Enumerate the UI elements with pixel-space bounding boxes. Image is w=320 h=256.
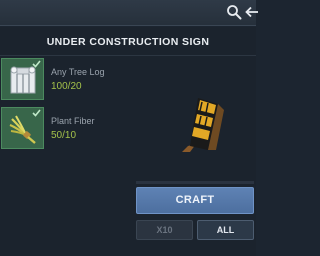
ingredient-slot[interactable] <box>1 107 44 149</box>
action-divider <box>136 181 254 184</box>
craft-x10-button[interactable]: X10 <box>136 220 193 240</box>
tree-log-icon <box>10 66 36 94</box>
ingredient-name: Plant Fiber <box>51 116 95 126</box>
plant-fiber-icon <box>9 115 36 144</box>
ingredient-name: Any Tree Log <box>51 67 105 77</box>
craft-button[interactable]: CRAFT <box>136 187 254 214</box>
ingredient-row-plant-fiber[interactable]: Plant Fiber 50/10 <box>0 107 130 149</box>
back-arrow-icon[interactable] <box>244 5 258 19</box>
title-divider <box>0 55 256 56</box>
top-bar <box>0 0 258 26</box>
craft-all-button[interactable]: ALL <box>197 220 254 240</box>
ingredient-count: 100/20 <box>51 81 82 92</box>
ingredient-row-tree-log[interactable]: Any Tree Log 100/20 <box>0 58 130 100</box>
ingredient-slot[interactable] <box>1 58 44 100</box>
search-icon[interactable] <box>226 4 242 20</box>
ingredient-count: 50/10 <box>51 130 77 141</box>
under-construction-sign-icon <box>182 98 224 152</box>
recipe-title: UNDER CONSTRUCTION SIGN <box>46 36 210 48</box>
